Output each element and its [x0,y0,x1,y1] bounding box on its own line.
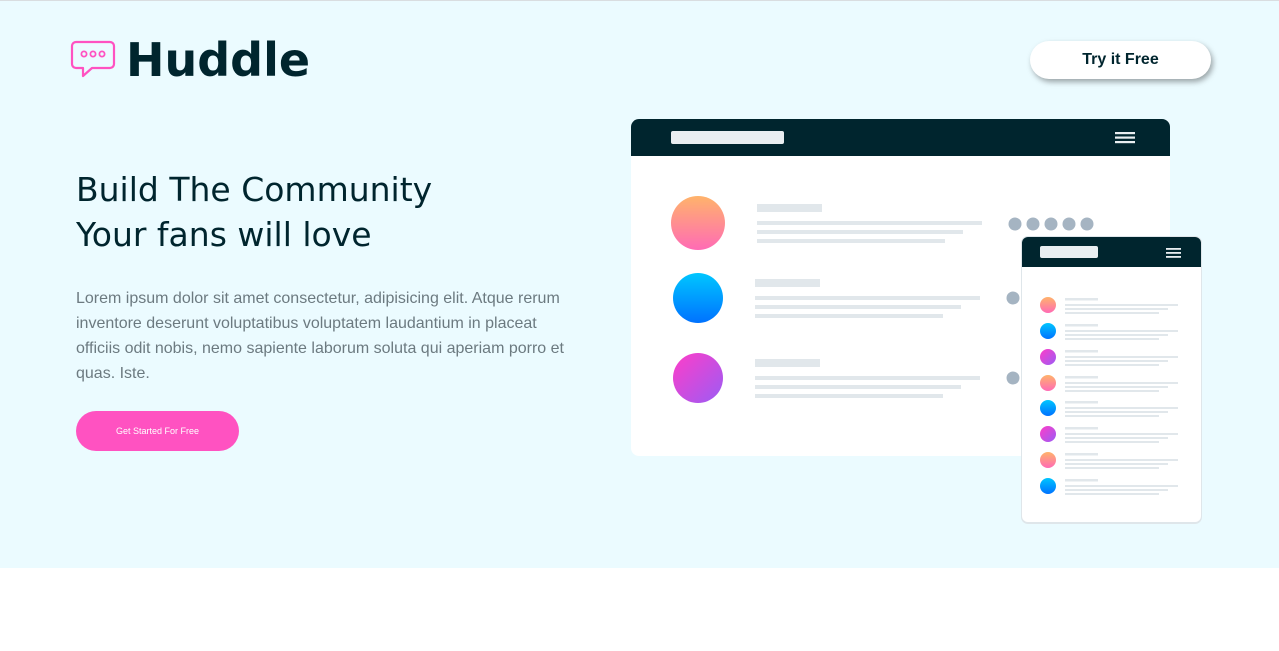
hero-headline: Build The Community Your fans will love [76,167,556,257]
mobile-window-mockup [1021,236,1202,524]
hamburger-menu-icon [1115,132,1135,144]
app-mockup-illustration [631,119,1202,524]
hero-description: Lorem ipsum dolor sit amet consectetur, … [76,290,564,382]
brand-logo[interactable]: Huddle [70,37,310,83]
mobile-hamburger-menu-icon [1166,248,1181,258]
headline-line-2: Your fans will love [76,215,372,254]
speech-bubble-icon [70,40,116,78]
get-started-button[interactable]: Get Started For Free [76,411,239,451]
brand-name: Huddle [126,33,311,87]
headline-line-1: Build The Community [76,170,433,209]
hero-section: Huddle Try it Free Build The Community Y… [0,0,1279,568]
try-it-free-button[interactable]: Try it Free [1030,41,1211,79]
